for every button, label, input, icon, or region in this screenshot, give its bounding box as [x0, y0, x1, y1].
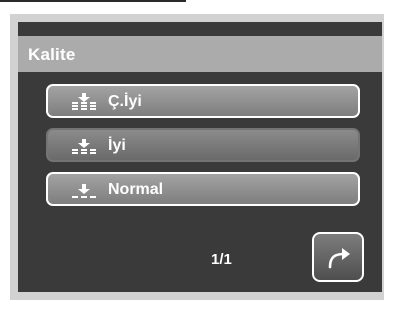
- top-edge-line: [0, 0, 186, 5]
- menu-item-label: İyi: [108, 137, 126, 154]
- page-indicator: 1/1: [211, 251, 232, 268]
- quality-economy-icon: [72, 184, 96, 198]
- quality-fine-icon: [72, 93, 96, 110]
- menu-title-bar: Kalite: [18, 36, 382, 72]
- camera-lcd-screen: Kalite Ç.İyi İyi Normal 1/1: [18, 22, 382, 292]
- menu-item-standard-quality[interactable]: İyi: [46, 128, 360, 162]
- menu-item-label: Ç.İyi: [108, 93, 142, 110]
- menu-item-fine-quality[interactable]: Ç.İyi: [46, 84, 360, 118]
- menu-item-label: Normal: [108, 181, 164, 198]
- menu-item-normal-quality[interactable]: Normal: [46, 172, 360, 206]
- quality-standard-icon: [72, 139, 96, 154]
- menu-title: Kalite: [28, 45, 76, 64]
- return-button[interactable]: [312, 232, 364, 282]
- return-arrow-icon: [328, 248, 350, 269]
